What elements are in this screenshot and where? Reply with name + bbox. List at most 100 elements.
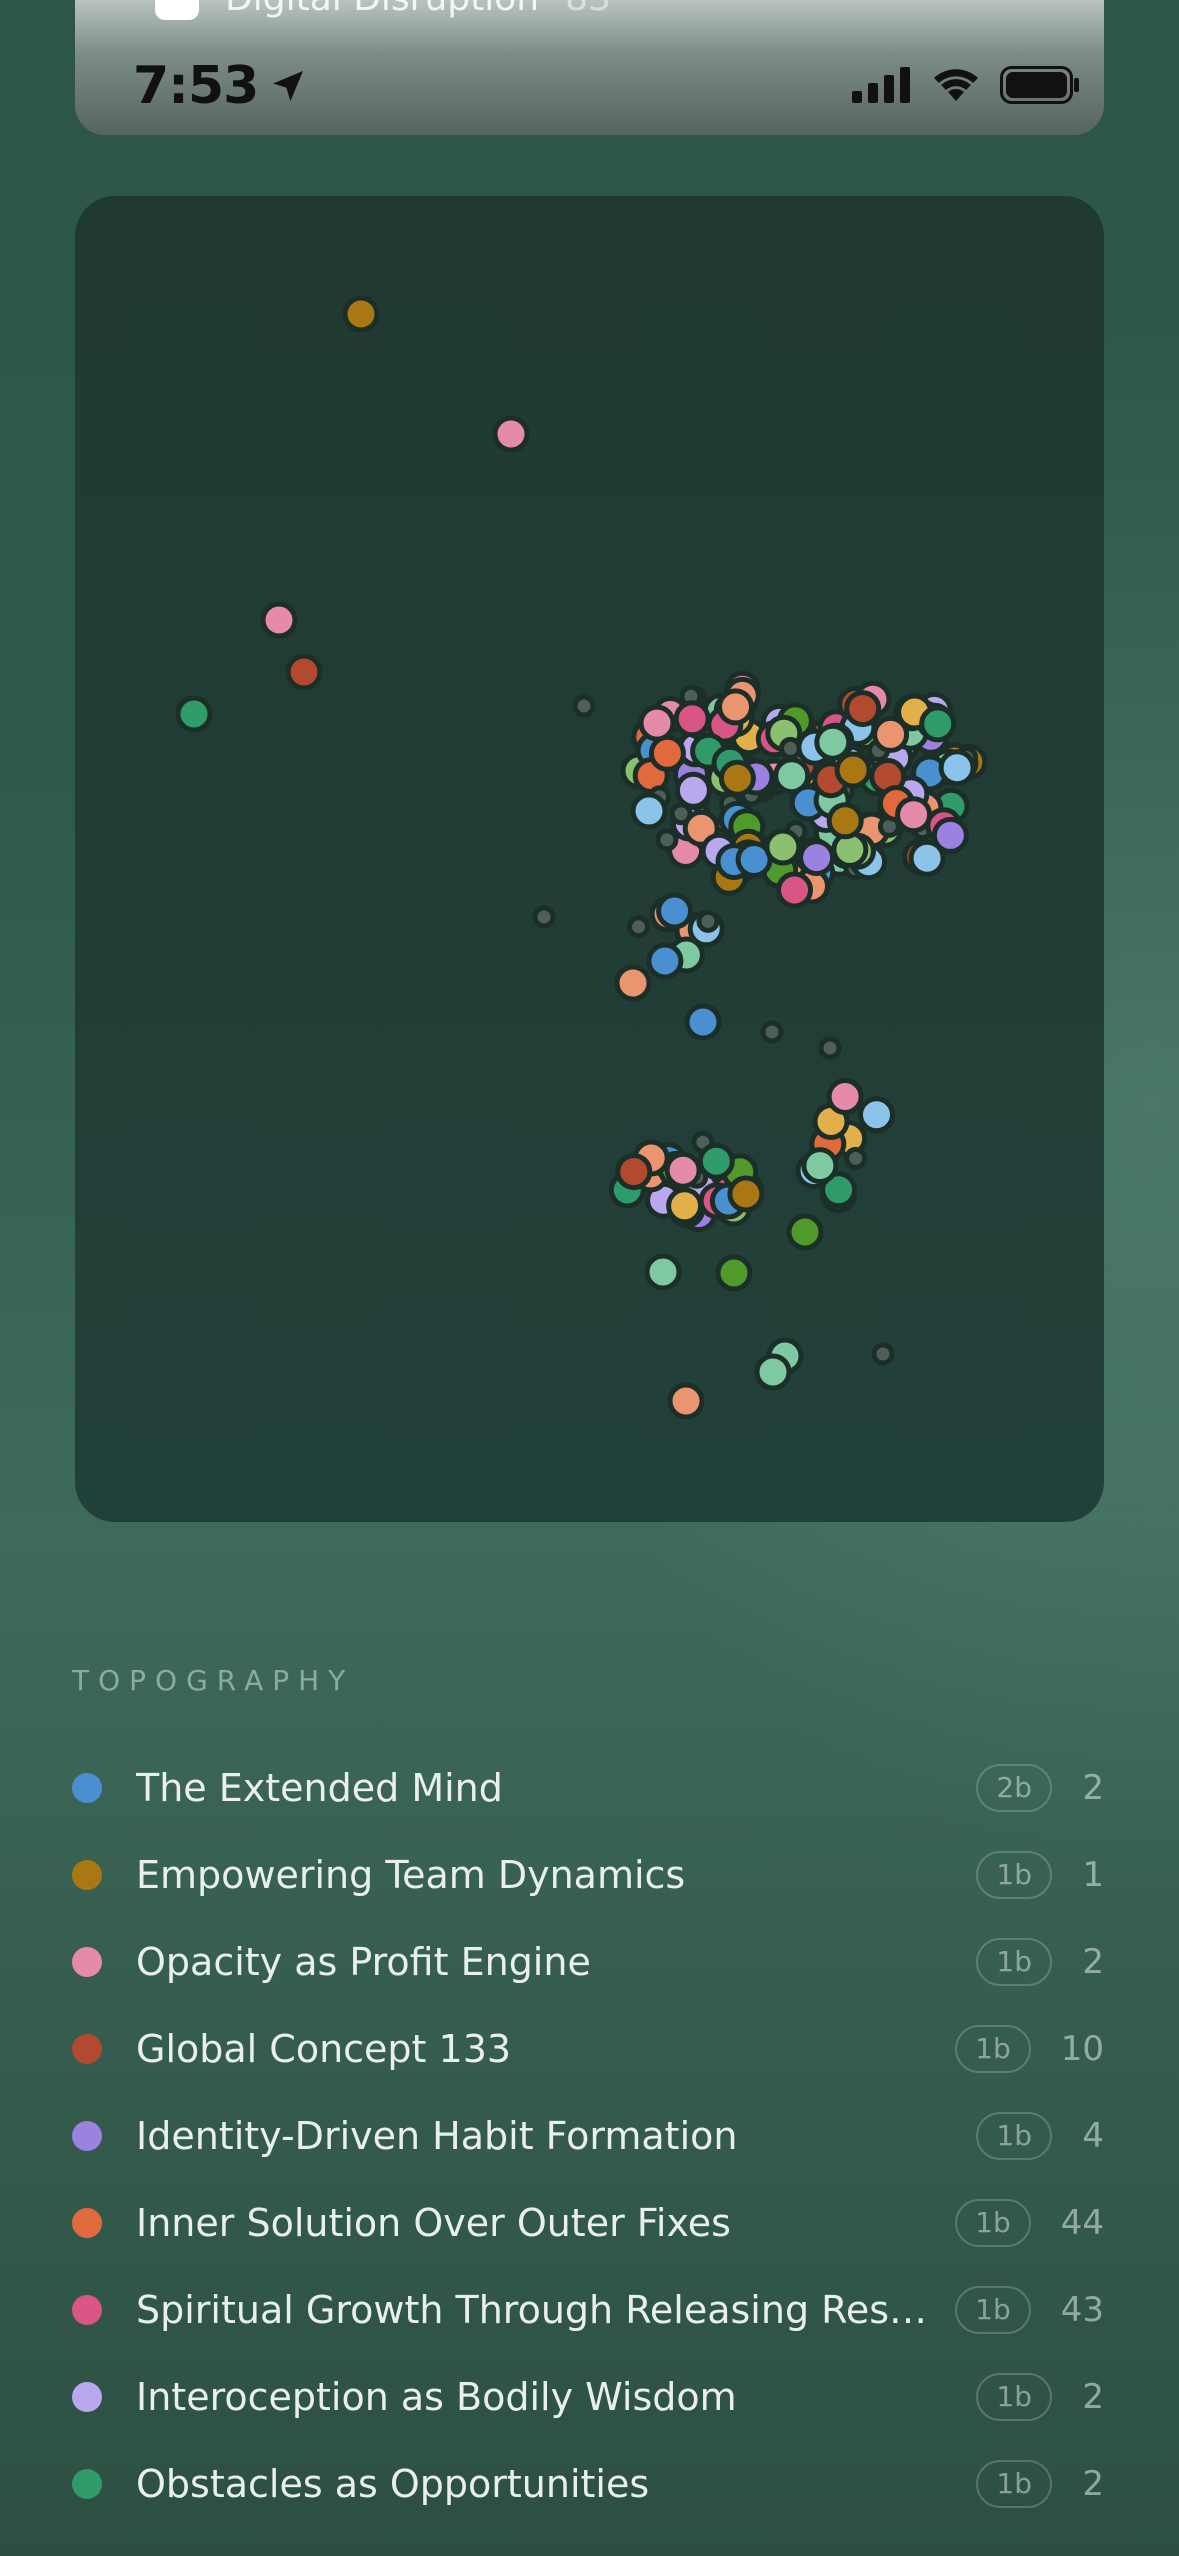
- topic-count: 2: [1082, 1941, 1104, 1982]
- section-title: TOPOGRAPHY: [72, 1664, 355, 1697]
- topic-badge: 1b: [976, 2459, 1052, 2508]
- topic-node[interactable]: [818, 1036, 842, 1060]
- topic-color-dot: [72, 2381, 102, 2412]
- topic-color-dot: [72, 2120, 102, 2151]
- topic-node[interactable]: [814, 723, 852, 761]
- topic-node[interactable]: [938, 749, 976, 787]
- topic-badge: 2b: [976, 1763, 1052, 1812]
- topic-node[interactable]: [697, 1142, 735, 1180]
- peek-item-label: Digital Disruption: [225, 0, 539, 19]
- topic-node[interactable]: [776, 871, 813, 909]
- topic-node[interactable]: [871, 1342, 895, 1366]
- topic-row[interactable]: Opacity as Profit Engine 1b 2: [72, 1918, 1104, 2005]
- topic-name: Identity-Driven Habit Formation: [136, 2113, 738, 2158]
- topic-node[interactable]: [715, 1254, 753, 1292]
- topic-name: The Extended Mind: [136, 1765, 503, 1810]
- topic-color-dot: [72, 1772, 102, 1803]
- peek-list-item[interactable]: Digital Disruption 83: [155, 0, 611, 20]
- cellular-signal-icon: [852, 67, 910, 103]
- topic-row[interactable]: Obstacles as Opportunities 1b 2: [72, 2440, 1104, 2527]
- topic-node[interactable]: [844, 690, 882, 728]
- topic-name: Spiritual Growth Through Releasing Resi.…: [136, 2287, 936, 2332]
- topic-row[interactable]: Interoception as Bodily Wisdom 1b 2: [72, 2353, 1104, 2440]
- topic-node[interactable]: [717, 688, 754, 726]
- topography-map[interactable]: [75, 196, 1104, 1522]
- topic-node[interactable]: [646, 942, 684, 980]
- topic-name: Inner Solution Over Outer Fixes: [136, 2200, 731, 2245]
- topic-list: The Extended Mind 2b 2 Empowering Team D…: [72, 1744, 1104, 2527]
- topic-color-dot: [72, 2294, 102, 2325]
- topic-count: 4: [1082, 2115, 1104, 2156]
- topic-node[interactable]: [673, 700, 711, 738]
- topic-color-dot: [72, 2207, 102, 2238]
- topic-row[interactable]: Inner Solution Over Outer Fixes 1b 44: [72, 2179, 1104, 2266]
- topic-row[interactable]: Spiritual Growth Through Releasing Resi.…: [72, 2266, 1104, 2353]
- topic-node[interactable]: [931, 816, 969, 854]
- status-bar: Digital Disruption 83 7:53: [75, 0, 1104, 135]
- topic-row[interactable]: Global Concept 133 1b 10: [72, 2005, 1104, 2092]
- topic-node[interactable]: [764, 828, 802, 866]
- topic-node[interactable]: [826, 1078, 864, 1115]
- topic-count: 2: [1082, 2463, 1104, 2504]
- topic-badge: 1b: [955, 2024, 1031, 2073]
- topic-node[interactable]: [667, 1382, 705, 1420]
- topic-node[interactable]: [798, 839, 836, 877]
- topic-node[interactable]: [754, 1353, 792, 1391]
- topic-node[interactable]: [285, 653, 323, 691]
- topic-node[interactable]: [492, 415, 530, 453]
- topic-node[interactable]: [844, 1146, 868, 1170]
- battery-icon: [1000, 66, 1079, 104]
- topic-name: Obstacles as Opportunities: [136, 2461, 650, 2506]
- topic-node[interactable]: [532, 905, 556, 929]
- topic-badge: 1b: [976, 2111, 1052, 2160]
- checkbox[interactable]: [155, 0, 199, 20]
- topic-color-dot: [72, 1859, 102, 1890]
- wifi-icon: [934, 69, 978, 101]
- topic-node[interactable]: [260, 601, 298, 639]
- topic-node[interactable]: [727, 1175, 765, 1213]
- topic-node[interactable]: [656, 892, 694, 930]
- topic-color-dot: [72, 1946, 102, 1977]
- topic-node[interactable]: [919, 705, 957, 743]
- topic-node[interactable]: [834, 751, 872, 789]
- topic-node[interactable]: [696, 909, 720, 933]
- topic-node[interactable]: [684, 1003, 722, 1041]
- topic-node[interactable]: [674, 771, 712, 809]
- status-time: 7:53: [133, 56, 308, 116]
- topic-row[interactable]: Identity-Driven Habit Formation 1b 4: [72, 2092, 1104, 2179]
- topic-node[interactable]: [786, 1213, 824, 1251]
- topic-name: Global Concept 133: [136, 2026, 512, 2071]
- topic-badge: 1b: [976, 1937, 1052, 1986]
- topic-badge: 1b: [955, 2285, 1031, 2334]
- topic-node[interactable]: [615, 1153, 653, 1191]
- topic-node[interactable]: [655, 828, 679, 852]
- topic-row[interactable]: The Extended Mind 2b 2: [72, 1744, 1104, 1831]
- topic-node[interactable]: [760, 1020, 784, 1044]
- topic-node[interactable]: [342, 295, 380, 333]
- clock-text: 7:53: [133, 56, 259, 116]
- topic-node[interactable]: [638, 704, 676, 742]
- topic-node[interactable]: [630, 792, 668, 830]
- topic-scatter-plot[interactable]: [75, 196, 1104, 1522]
- topic-node[interactable]: [801, 1147, 839, 1185]
- topic-node[interactable]: [614, 964, 652, 1002]
- topic-node[interactable]: [858, 1096, 895, 1134]
- topic-color-dot: [72, 2033, 102, 2064]
- topic-node[interactable]: [669, 802, 693, 826]
- topic-count: 2: [1082, 1767, 1104, 1808]
- topic-row[interactable]: Empowering Team Dynamics 1b 1: [72, 1831, 1104, 1918]
- topic-count: 44: [1060, 2202, 1104, 2243]
- topic-node[interactable]: [648, 734, 686, 772]
- topic-node[interactable]: [644, 1253, 682, 1291]
- topic-node[interactable]: [664, 1151, 702, 1189]
- topic-badge: 1b: [976, 1850, 1052, 1899]
- topic-node[interactable]: [627, 915, 650, 939]
- topic-node[interactable]: [175, 695, 213, 733]
- topic-name: Interoception as Bodily Wisdom: [136, 2374, 737, 2419]
- topic-node[interactable]: [826, 802, 864, 840]
- topic-node[interactable]: [718, 759, 756, 797]
- topic-node[interactable]: [572, 694, 596, 718]
- topic-count: 2: [1082, 2376, 1104, 2417]
- topic-node[interactable]: [666, 1187, 704, 1225]
- topic-node[interactable]: [895, 796, 933, 834]
